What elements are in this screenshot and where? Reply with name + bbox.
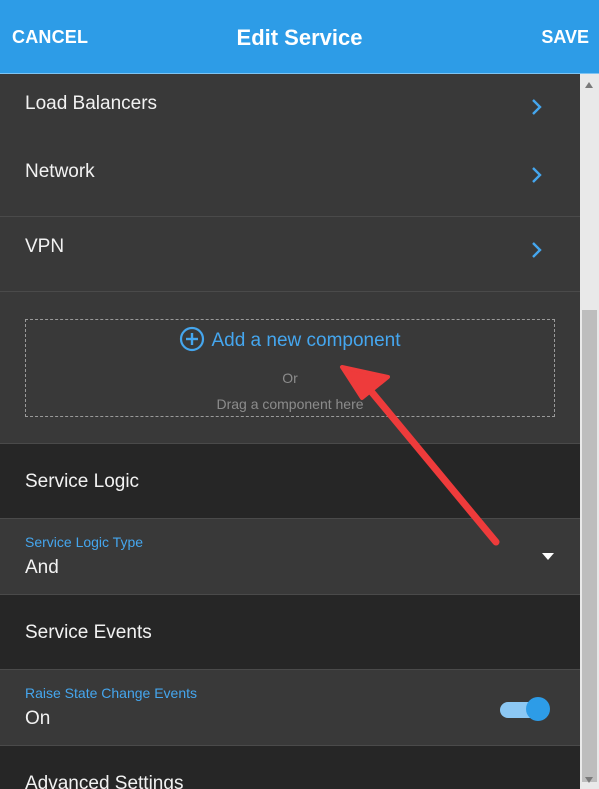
nav-item-network[interactable]: Network (0, 142, 580, 217)
edit-service-screen: CANCEL Edit Service SAVE Load Balancers … (0, 0, 599, 789)
section-service-logic: Service Logic (0, 444, 580, 519)
section-title: Service Logic (25, 471, 140, 492)
raise-events-toggle[interactable] (500, 697, 550, 721)
section-title: Service Events (25, 622, 152, 643)
field-value: On (25, 708, 51, 729)
chevron-right-icon (532, 99, 542, 115)
field-label: Service Logic Type (25, 534, 144, 550)
scrollbar-thumb[interactable] (582, 310, 597, 782)
save-button[interactable]: SAVE (541, 27, 589, 48)
drag-hint-text: Drag a component here (216, 396, 364, 412)
nav-item-label: Load Balancers (25, 93, 158, 114)
dropdown-caret-icon[interactable] (542, 553, 554, 560)
raise-state-change-events-field: Raise State Change Events On (0, 670, 580, 746)
nav-item-label: VPN (25, 236, 65, 257)
section-title: Advanced Settings (25, 773, 184, 789)
page-title: Edit Service (236, 25, 363, 50)
scroll-up-arrow-icon[interactable] (585, 82, 593, 88)
field-value: And (25, 557, 59, 578)
nav-item-label: Network (25, 161, 95, 182)
toggle-knob (526, 697, 550, 721)
vertical-scrollbar[interactable] (580, 74, 599, 789)
nav-item-load-balancers[interactable]: Load Balancers (0, 74, 580, 149)
field-label: Raise State Change Events (25, 685, 197, 701)
service-form: Load Balancers Network VPN Add a new com… (0, 74, 580, 789)
or-text: Or (282, 370, 298, 386)
add-component-button[interactable]: Add a new component (26, 326, 554, 352)
chevron-right-icon (532, 242, 542, 258)
section-advanced-settings[interactable]: Advanced Settings (0, 746, 580, 789)
nav-item-vpn[interactable]: VPN (0, 217, 580, 292)
section-service-events: Service Events (0, 595, 580, 670)
scroll-down-arrow-icon[interactable] (585, 777, 593, 783)
add-component-label: Add a new component (211, 330, 401, 352)
chevron-right-icon (532, 167, 542, 183)
plus-circle-icon (180, 326, 205, 352)
app-header: CANCEL Edit Service SAVE (0, 0, 599, 74)
service-logic-type-select[interactable]: Service Logic Type And (0, 519, 580, 595)
component-drop-area[interactable]: Add a new component Or Drag a component … (25, 319, 555, 417)
